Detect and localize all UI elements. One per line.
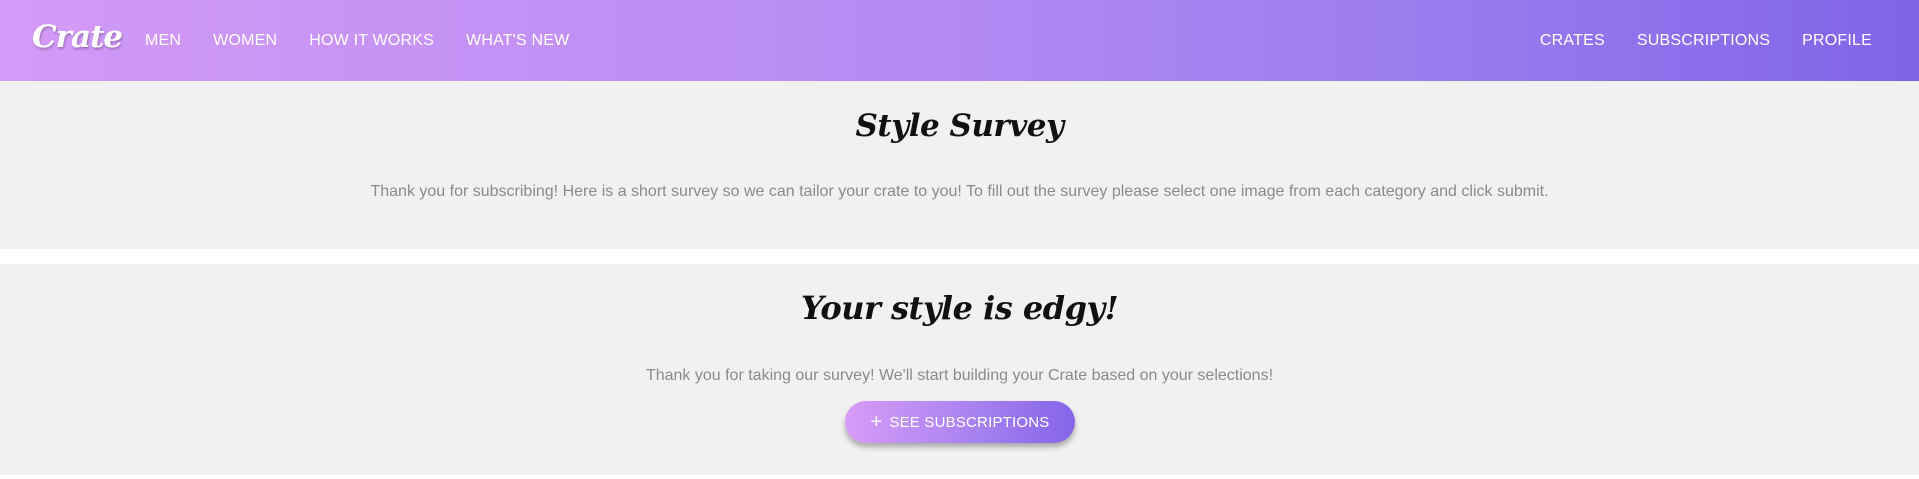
nav-link-profile[interactable]: PROFILE — [1802, 32, 1872, 50]
navbar: Crate MEN WOMEN HOW IT WORKS WHAT'S NEW … — [0, 0, 1919, 81]
see-subscriptions-label: SEE SUBSCRIPTIONS — [889, 413, 1050, 431]
survey-title: Style Survey — [855, 108, 1064, 144]
account-nav: CRATES SUBSCRIPTIONS PROFILE — [1508, 0, 1872, 81]
nav-link-how-it-works[interactable]: HOW IT WORKS — [309, 32, 434, 50]
result-title: Your style is edgy! — [800, 289, 1119, 327]
survey-result-section: Your style is edgy! Thank you for taking… — [0, 264, 1919, 475]
survey-description: Thank you for subscribing! Here is a sho… — [370, 183, 1549, 200]
nav-link-men[interactable]: MEN — [145, 32, 181, 50]
plus-icon: + — [870, 411, 883, 433]
see-subscriptions-button[interactable]: + SEE SUBSCRIPTIONS — [845, 401, 1075, 443]
crate-logo[interactable]: Crate — [32, 19, 123, 55]
survey-intro-section: Style Survey Thank you for subscribing! … — [0, 81, 1919, 249]
nav-link-women[interactable]: WOMEN — [213, 32, 277, 50]
nav-link-subscriptions[interactable]: SUBSCRIPTIONS — [1637, 32, 1770, 50]
primary-nav: MEN WOMEN HOW IT WORKS WHAT'S NEW — [145, 0, 601, 81]
nav-link-whats-new[interactable]: WHAT'S NEW — [466, 32, 569, 50]
result-description: Thank you for taking our survey! We'll s… — [645, 367, 1274, 384]
nav-link-crates[interactable]: CRATES — [1540, 32, 1605, 50]
